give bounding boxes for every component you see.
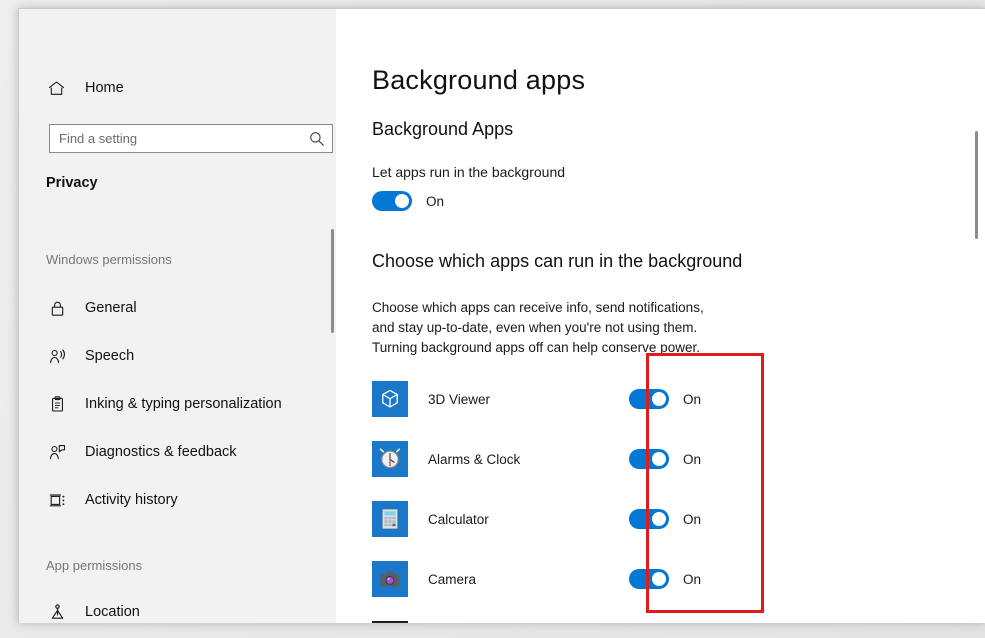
page-title: Background apps	[372, 65, 585, 96]
sidebar-item-label-inking-typing: Inking & typing personalization	[85, 396, 282, 412]
table-row[interactable]: Alarms & Clock On	[336, 429, 985, 489]
app-name: 3D Viewer	[428, 392, 490, 407]
alarms-clock-icon	[372, 441, 408, 477]
nav-group-label-windows-permissions: Windows permissions	[46, 252, 172, 267]
sidebar-category-title: Privacy	[46, 175, 98, 191]
sidebar-item-label-diagnostics-feedback: Diagnostics & feedback	[85, 444, 237, 460]
home-icon	[43, 79, 69, 98]
let-apps-run-toggle-state: On	[426, 194, 444, 209]
sidebar-item-inking-typing[interactable]: Inking & typing personalization	[19, 388, 336, 420]
toggle-knob	[395, 194, 409, 208]
app-toggle-state: On	[683, 452, 701, 467]
location-icon	[45, 603, 69, 622]
canon-printer-icon	[372, 621, 408, 623]
settings-window: Settings Home	[18, 8, 985, 623]
app-toggle-row: On	[629, 449, 701, 469]
search-input[interactable]	[50, 125, 302, 152]
let-apps-run-toggle[interactable]	[372, 191, 412, 211]
sidebar: Home Privacy Windows permissions General	[19, 9, 336, 623]
camera-icon	[372, 561, 408, 597]
section-description: Choose which apps can receive info, send…	[372, 298, 727, 358]
search-icon[interactable]	[308, 130, 326, 148]
table-row[interactable]: Camera On	[336, 549, 985, 609]
clipboard-pen-icon	[45, 395, 69, 414]
app-toggle-row: On	[629, 389, 701, 409]
main-content: Background apps Background Apps Let apps…	[336, 9, 985, 623]
sidebar-item-general[interactable]: General	[19, 292, 336, 324]
lock-icon	[45, 299, 69, 318]
nav-group-label-app-permissions: App permissions	[46, 558, 142, 573]
toggle-knob	[652, 512, 666, 526]
sidebar-item-diagnostics-feedback[interactable]: Diagnostics & feedback	[19, 436, 336, 468]
speech-icon	[45, 347, 69, 366]
app-toggle[interactable]	[629, 569, 669, 589]
content-scrollbar[interactable]	[972, 43, 985, 623]
sidebar-scrollbar-thumb[interactable]	[331, 229, 334, 333]
sidebar-item-speech[interactable]: Speech	[19, 340, 336, 372]
toggle-knob	[652, 572, 666, 586]
content-scrollbar-thumb[interactable]	[975, 131, 978, 239]
app-toggle-state: On	[683, 392, 701, 407]
app-name: Camera	[428, 572, 476, 587]
sidebar-item-location[interactable]: Location	[19, 596, 336, 623]
toggle-knob	[652, 452, 666, 466]
app-toggle[interactable]	[629, 389, 669, 409]
sidebar-item-label-general: General	[85, 300, 137, 316]
table-row[interactable]: 3D Viewer On	[336, 369, 985, 429]
3d-viewer-icon	[372, 381, 408, 417]
app-toggle-row: On	[629, 569, 701, 589]
sidebar-item-label-activity-history: Activity history	[85, 492, 178, 508]
app-name: Alarms & Clock	[428, 452, 520, 467]
sidebar-item-label-location: Location	[85, 604, 140, 620]
person-feedback-icon	[45, 443, 69, 462]
let-apps-run-toggle-row: On	[372, 191, 444, 211]
activity-history-icon	[45, 491, 69, 510]
background-apps-list: 3D Viewer On	[336, 369, 985, 623]
sidebar-item-label-home: Home	[85, 80, 124, 96]
app-name: Calculator	[428, 512, 489, 527]
app-toggle-state: On	[683, 572, 701, 587]
section-title-background-apps: Background Apps	[372, 119, 513, 140]
calculator-icon	[372, 501, 408, 537]
app-toggle-row: On	[629, 509, 701, 529]
toggle-knob	[652, 392, 666, 406]
section-title-choose-apps: Choose which apps can run in the backgro…	[372, 251, 742, 272]
app-toggle[interactable]	[629, 509, 669, 529]
sidebar-item-activity-history[interactable]: Activity history	[19, 484, 336, 516]
sidebar-item-label-speech: Speech	[85, 348, 134, 364]
table-row[interactable]: Canon Office Printer Utility On	[336, 609, 985, 623]
app-toggle-state: On	[683, 512, 701, 527]
sidebar-item-home[interactable]: Home	[19, 71, 336, 105]
let-apps-run-label: Let apps run in the background	[372, 164, 565, 180]
table-row[interactable]: Calculator On	[336, 489, 985, 549]
search-box[interactable]	[49, 124, 333, 153]
app-toggle[interactable]	[629, 449, 669, 469]
